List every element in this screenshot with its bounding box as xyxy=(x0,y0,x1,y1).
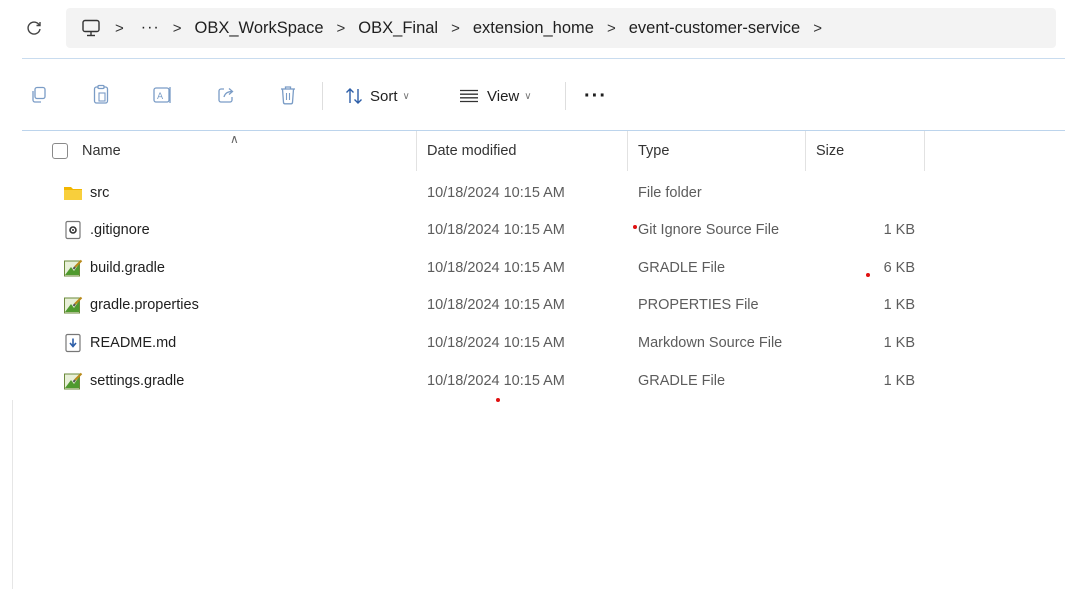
table-row[interactable]: settings.gradle 10/18/2024 10:15 AM GRAD… xyxy=(0,362,1065,399)
this-pc-icon[interactable] xyxy=(80,18,102,38)
markdown-file-icon xyxy=(63,333,83,353)
file-type: GRADLE File xyxy=(638,259,726,276)
file-date-modified: 10/18/2024 10:15 AM xyxy=(427,372,565,389)
file-name: gradle.properties xyxy=(90,296,199,313)
address-bar[interactable]: > ··· > OBX_WorkSpace > OBX_Final > exte… xyxy=(66,8,1056,48)
breadcrumb-item-event-customer-service[interactable]: event-customer-service xyxy=(629,19,800,38)
table-row[interactable]: README.md 10/18/2024 10:15 AM Markdown S… xyxy=(0,324,1065,361)
column-header-type[interactable]: Type xyxy=(638,131,669,171)
chevron-down-icon: ∨ xyxy=(402,90,410,102)
column-separator[interactable] xyxy=(416,131,417,171)
column-header-name[interactable]: Name xyxy=(82,131,121,171)
paste-icon[interactable] xyxy=(90,84,112,106)
marker-dot xyxy=(866,273,870,277)
view-button[interactable]: View ∨ xyxy=(459,82,532,110)
gradle-file-icon xyxy=(63,295,83,315)
column-header-size[interactable]: Size xyxy=(816,131,844,171)
file-type: Markdown Source File xyxy=(638,334,783,351)
breadcrumb-item-obx-workspace[interactable]: OBX_WorkSpace xyxy=(195,19,324,38)
file-type: GRADLE File xyxy=(638,372,726,389)
gradle-file-icon xyxy=(63,371,83,391)
toolbar-separator xyxy=(322,82,323,110)
breadcrumb-item-extension-home[interactable]: extension_home xyxy=(473,19,594,38)
file-name: build.gradle xyxy=(90,259,165,276)
file-size: 1 KB xyxy=(883,334,915,351)
breadcrumb-separator[interactable]: > xyxy=(813,20,822,37)
sort-icon xyxy=(344,87,364,105)
breadcrumb-separator[interactable]: > xyxy=(115,20,124,37)
marker-dot xyxy=(633,225,637,229)
sort-ascending-icon: ∧ xyxy=(230,132,239,146)
table-row[interactable]: gradle.properties 10/18/2024 10:15 AM PR… xyxy=(0,286,1065,323)
settings-file-icon xyxy=(63,220,83,240)
select-all-checkbox[interactable] xyxy=(52,143,68,159)
table-row[interactable]: .gitignore 10/18/2024 10:15 AM Git Ignor… xyxy=(0,211,1065,248)
file-date-modified: 10/18/2024 10:15 AM xyxy=(427,296,565,313)
column-header-date-modified[interactable]: Date modified xyxy=(427,131,516,171)
folder-icon xyxy=(63,183,83,203)
file-name: src xyxy=(90,184,110,201)
sort-label: Sort xyxy=(370,87,398,105)
address-divider xyxy=(22,58,1065,59)
svg-text:A: A xyxy=(157,92,164,102)
file-size xyxy=(855,174,915,211)
file-type: File folder xyxy=(638,184,702,201)
file-size: 6 KB xyxy=(883,259,915,276)
table-row[interactable]: src 10/18/2024 10:15 AM File folder xyxy=(0,174,1065,211)
breadcrumb: > ··· > OBX_WorkSpace > OBX_Final > exte… xyxy=(76,8,835,48)
breadcrumb-separator[interactable]: > xyxy=(451,20,460,37)
rename-icon[interactable]: A xyxy=(152,84,174,106)
view-label: View xyxy=(487,87,520,105)
refresh-icon[interactable] xyxy=(22,16,46,40)
file-size: 1 KB xyxy=(883,372,915,389)
share-icon[interactable] xyxy=(215,84,237,106)
column-separator[interactable] xyxy=(805,131,806,171)
file-date-modified: 10/18/2024 10:15 AM xyxy=(427,184,565,201)
file-type: PROPERTIES File xyxy=(638,296,759,313)
column-separator[interactable] xyxy=(924,131,925,171)
file-size: 1 KB xyxy=(883,296,915,313)
file-date-modified: 10/18/2024 10:15 AM xyxy=(427,259,565,276)
list-top-divider xyxy=(22,130,1065,131)
column-separator[interactable] xyxy=(627,131,628,171)
file-date-modified: 10/18/2024 10:15 AM xyxy=(427,334,565,351)
toolbar-separator xyxy=(565,82,566,110)
table-row[interactable]: build.gradle 10/18/2024 10:15 AM GRADLE … xyxy=(0,249,1065,286)
breadcrumb-item-obx-final[interactable]: OBX_Final xyxy=(358,19,438,38)
file-name: settings.gradle xyxy=(90,372,185,389)
marker-dot xyxy=(496,398,500,402)
pane-left-border xyxy=(12,400,13,589)
file-name: README.md xyxy=(90,334,177,351)
file-name: .gitignore xyxy=(90,221,150,238)
gradle-file-icon xyxy=(63,258,83,278)
file-size: 1 KB xyxy=(883,221,915,238)
copy-icon[interactable] xyxy=(28,84,50,106)
file-type: Git Ignore Source File xyxy=(638,221,780,238)
view-icon xyxy=(459,89,479,103)
delete-icon[interactable] xyxy=(277,84,299,106)
breadcrumb-separator[interactable]: > xyxy=(173,20,182,37)
chevron-down-icon: ∨ xyxy=(524,90,532,102)
command-bar: A Sort ∨ View ∨ ··· xyxy=(0,62,1065,126)
file-explorer-window: > ··· > OBX_WorkSpace > OBX_Final > exte… xyxy=(0,0,1065,589)
breadcrumb-separator[interactable]: > xyxy=(607,20,616,37)
breadcrumb-overflow[interactable]: ··· xyxy=(141,19,160,37)
address-bar-row: > ··· > OBX_WorkSpace > OBX_Final > exte… xyxy=(0,0,1065,56)
sort-button[interactable]: Sort ∨ xyxy=(344,82,410,110)
more-options-button[interactable]: ··· xyxy=(584,82,607,110)
breadcrumb-separator[interactable]: > xyxy=(337,20,346,37)
file-date-modified: 10/18/2024 10:15 AM xyxy=(427,221,565,238)
